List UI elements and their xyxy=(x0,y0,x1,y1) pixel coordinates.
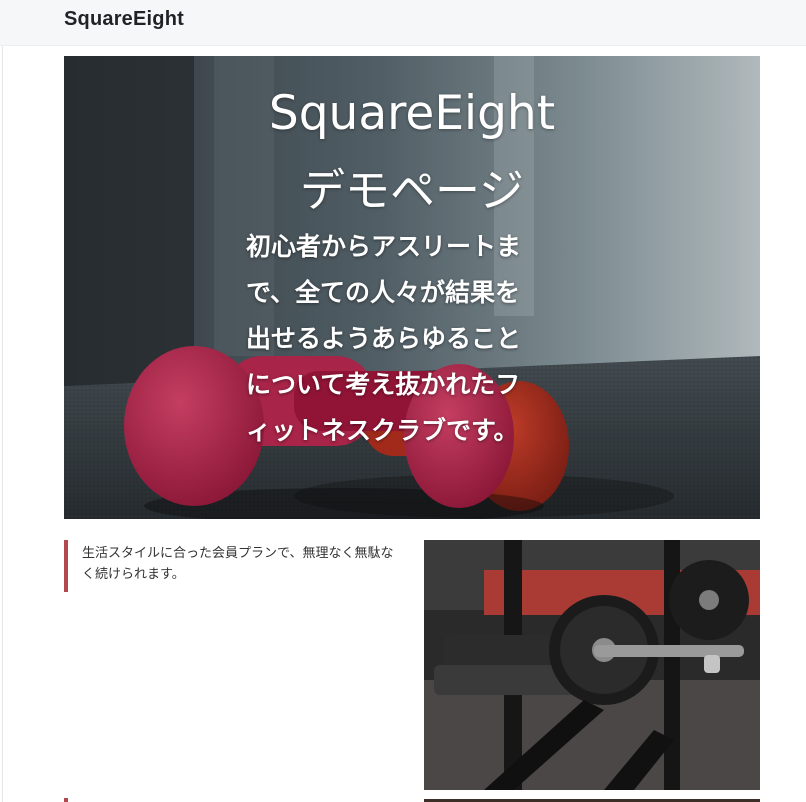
next-section-accent xyxy=(64,798,68,802)
weight-rack-image xyxy=(424,540,760,790)
hero-title: SquareEight xyxy=(268,86,556,141)
hero-lead-line: で、全ての人々が結果を xyxy=(246,278,521,307)
hero-lead-line: 初心者からアスリートま xyxy=(246,232,522,261)
site-header: SquareEight xyxy=(0,0,806,46)
plan-description-block: 生活スタイルに合った会員プランで、無理なく無駄なく続けられます。 xyxy=(64,540,394,592)
site-logo-link[interactable]: SquareEight xyxy=(64,8,184,31)
hero-lead-line: 出せるようあらゆること xyxy=(246,324,522,353)
hero-lead-line: について考え抜かれたフ xyxy=(246,370,521,399)
page-edge-divider xyxy=(2,46,3,802)
hero-lead-text: 初心者からアスリートま で、全ての人々が結果を 出せるようあらゆること について… xyxy=(246,224,581,454)
hero-banner: SquareEight デモページ 初心者からアスリートま で、全ての人々が結果… xyxy=(64,56,760,519)
hero-lead-line: ィットネスクラブです。 xyxy=(246,416,519,445)
plan-description-text: 生活スタイルに合った会員プランで、無理なく無駄なく続けられます。 xyxy=(82,546,394,582)
hero-subtitle: デモページ xyxy=(299,164,525,217)
